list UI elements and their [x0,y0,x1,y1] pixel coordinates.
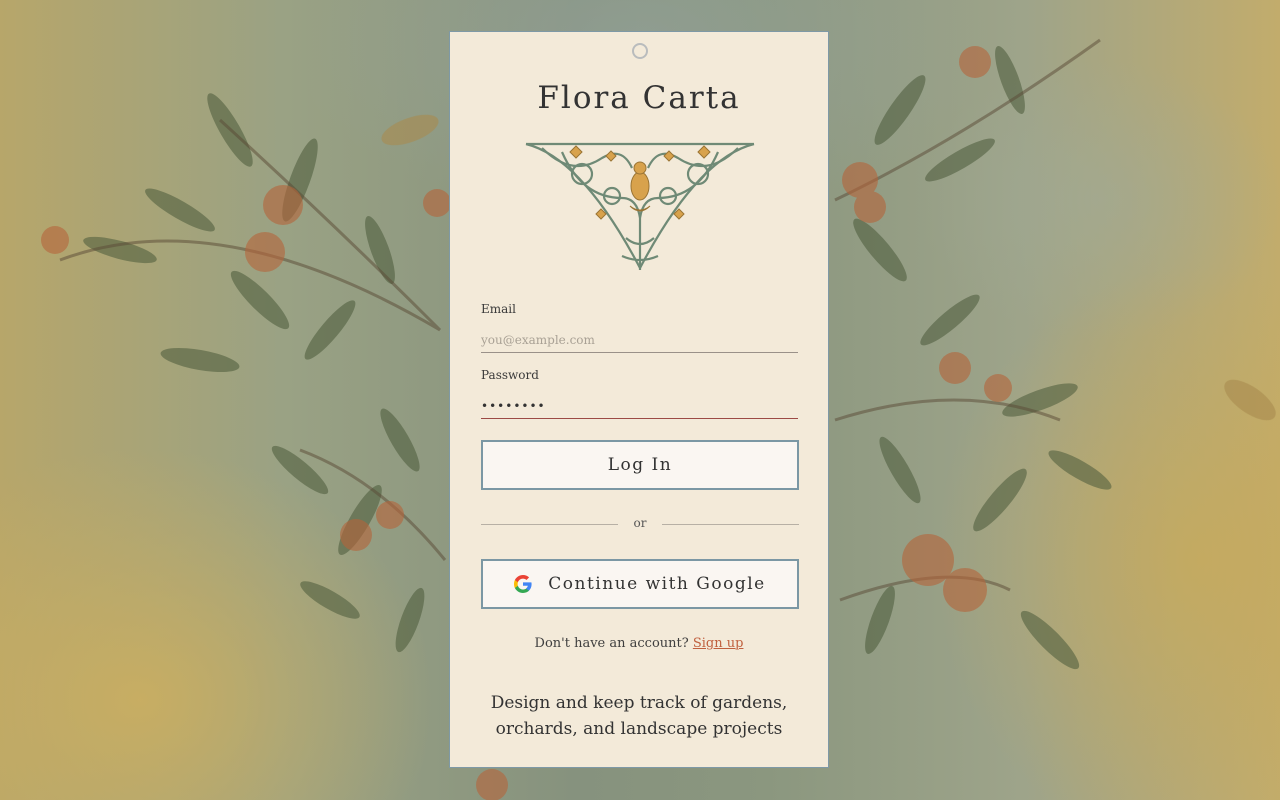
signup-link[interactable]: Sign up [693,636,744,651]
signup-prompt: Don't have an account? [534,636,689,651]
login-button[interactable]: Log In [481,440,799,490]
google-button-label: Continue with Google [548,574,766,594]
divider-text: or [633,516,647,530]
card-hole-icon [632,43,648,59]
login-card: Flora Carta Email you@example.com Passwo… [449,31,829,768]
password-field[interactable] [481,394,798,419]
divider-line-right [662,524,799,525]
email-field[interactable] [481,328,798,353]
google-signin-button[interactable]: Continue with Google [481,559,799,609]
divider-line-left [481,524,618,525]
email-label: Email [481,302,516,316]
google-icon [514,575,532,593]
app-tagline: Design and keep track of gardens, orchar… [490,693,788,739]
app-title: Flora Carta [537,80,741,116]
signup-row: Don't have an account? Sign up [450,636,828,651]
password-label: Password [481,368,539,382]
floral-ornament-icon [525,142,755,270]
